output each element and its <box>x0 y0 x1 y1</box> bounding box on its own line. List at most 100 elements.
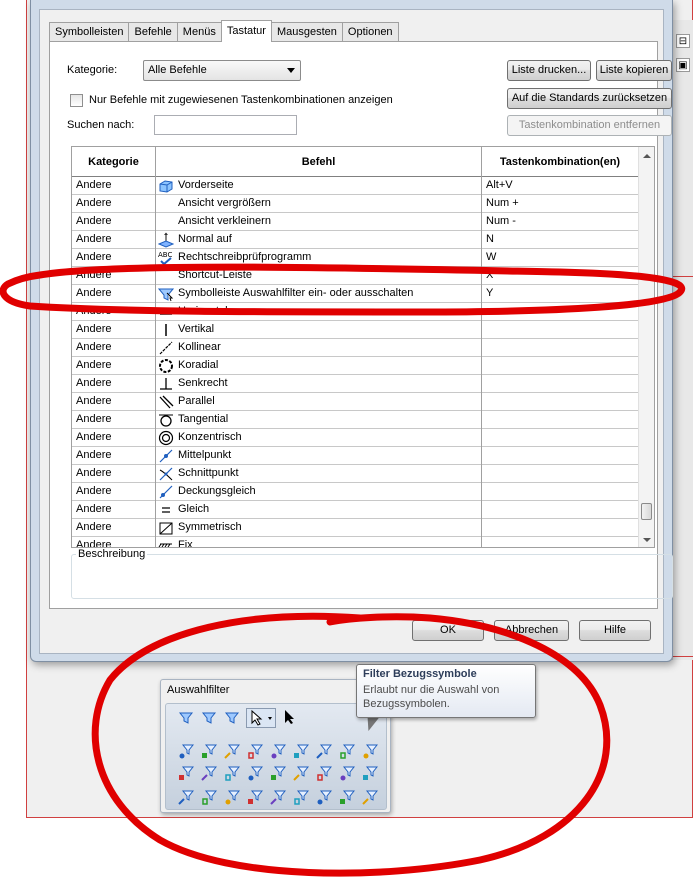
cell-shortcut[interactable] <box>482 429 639 447</box>
table-row[interactable]: Andere Shortcut-Leiste X <box>72 267 639 285</box>
scroll-up-icon[interactable] <box>643 154 651 158</box>
filter-button-icon[interactable] <box>293 789 310 805</box>
table-row[interactable]: Andere Senkrecht <box>72 375 639 393</box>
help-button[interactable]: Hilfe <box>579 620 651 641</box>
cell-shortcut[interactable]: Alt+V <box>482 177 639 195</box>
table-scrollbar[interactable] <box>638 147 654 547</box>
tab-commands[interactable]: Befehle <box>128 22 178 42</box>
header-command[interactable]: Befehl <box>156 147 482 177</box>
filter-button-icon[interactable] <box>293 765 310 781</box>
cell-shortcut[interactable]: W <box>482 249 639 267</box>
table-row[interactable]: Andere Schnittpunkt <box>72 465 639 483</box>
only-assigned-checkbox[interactable] <box>70 94 83 107</box>
table-row[interactable]: Andere Mittelpunkt <box>72 447 639 465</box>
table-row[interactable]: Andere Symmetrisch <box>72 519 639 537</box>
filter-button-icon[interactable] <box>201 765 218 781</box>
filter-button-icon[interactable] <box>339 789 356 805</box>
select-all-filters-icon[interactable] <box>224 710 240 726</box>
filter-button-icon[interactable] <box>201 743 218 759</box>
filter-button-icon[interactable] <box>316 789 333 805</box>
cell-shortcut[interactable] <box>482 501 639 519</box>
reset-defaults-button[interactable]: Auf die Standards zurücksetzen <box>507 88 672 109</box>
tab-toolbars[interactable]: Symbolleisten <box>49 22 130 42</box>
filter-button-icon[interactable] <box>270 765 287 781</box>
filter-button-icon[interactable] <box>270 789 287 805</box>
filter-button-icon[interactable] <box>224 743 241 759</box>
table-row[interactable]: Andere Koradial <box>72 357 639 375</box>
filter-button-icon[interactable] <box>339 743 356 759</box>
table-row[interactable]: Andere Deckungsgleich <box>72 483 639 501</box>
tab-mouse-gestures[interactable]: Mausgesten <box>270 22 343 42</box>
filter-button-icon[interactable] <box>224 765 241 781</box>
remove-shortcut-button[interactable]: Tastenkombination entfernen <box>507 115 672 136</box>
cell-shortcut[interactable] <box>482 411 639 429</box>
panel-icon[interactable]: ▣ <box>676 58 690 72</box>
filter-button-icon[interactable] <box>339 765 356 781</box>
table-row[interactable]: Andere Vorderseite Alt+V <box>72 177 639 195</box>
filter-button-icon[interactable] <box>362 789 379 805</box>
cell-shortcut[interactable]: Num + <box>482 195 639 213</box>
vertical-icon <box>158 322 174 338</box>
pin-icon[interactable]: ⊟ <box>676 34 690 48</box>
category-select[interactable]: Alle Befehle <box>143 60 301 81</box>
print-list-button[interactable]: Liste drucken... <box>507 60 591 81</box>
table-row[interactable]: Andere Tangential <box>72 411 639 429</box>
filter-button-icon[interactable] <box>270 743 287 759</box>
filter-button-icon[interactable] <box>316 743 333 759</box>
table-row[interactable]: Andere Vertikal <box>72 321 639 339</box>
cell-shortcut[interactable] <box>482 321 639 339</box>
cell-shortcut[interactable] <box>482 483 639 501</box>
filter-button-icon[interactable] <box>247 765 264 781</box>
table-row[interactable]: Andere Kollinear <box>72 339 639 357</box>
filter-button-icon[interactable] <box>178 743 195 759</box>
cell-shortcut[interactable] <box>482 447 639 465</box>
cell-shortcut[interactable]: Num - <box>482 213 639 231</box>
tab-keyboard[interactable]: Tastatur <box>220 20 272 42</box>
cell-shortcut[interactable]: Y <box>482 285 639 303</box>
tab-menus[interactable]: Menüs <box>176 22 222 42</box>
cell-shortcut[interactable] <box>482 393 639 411</box>
header-category[interactable]: Kategorie <box>72 147 156 177</box>
cell-shortcut[interactable] <box>482 519 639 537</box>
cell-shortcut[interactable] <box>482 339 639 357</box>
filter-button-icon[interactable] <box>224 789 241 805</box>
header-shortcut[interactable]: Tastenkombination(en) <box>482 147 639 177</box>
scroll-down-icon[interactable] <box>643 538 651 542</box>
filter-button-icon[interactable] <box>247 743 264 759</box>
table-row[interactable]: Andere Fix <box>72 537 639 547</box>
table-row[interactable]: Andere Parallel <box>72 393 639 411</box>
filter-button-icon[interactable] <box>362 765 379 781</box>
filter-button-icon[interactable] <box>362 743 379 759</box>
filter-button-icon[interactable] <box>293 743 310 759</box>
table-row[interactable]: Andere Gleich <box>72 501 639 519</box>
cancel-button[interactable]: Abbrechen <box>494 620 569 641</box>
search-input[interactable] <box>154 115 297 135</box>
table-row[interactable]: Andere Rechtschreibprüfprogramm W ABC <box>72 249 639 267</box>
cell-shortcut[interactable] <box>482 465 639 483</box>
table-row[interactable]: Andere Konzentrisch <box>72 429 639 447</box>
table-row[interactable]: Andere Ansicht vergrößern Num + <box>72 195 639 213</box>
select-cursor-icon[interactable] <box>246 708 276 728</box>
tab-options[interactable]: Optionen <box>341 22 399 42</box>
filter-button-icon[interactable] <box>247 789 264 805</box>
copy-list-button[interactable]: Liste kopieren <box>596 60 672 81</box>
cell-shortcut[interactable]: N <box>482 231 639 249</box>
cell-shortcut[interactable] <box>482 375 639 393</box>
cell-shortcut[interactable] <box>482 357 639 375</box>
cell-shortcut[interactable] <box>482 303 639 321</box>
table-row[interactable]: Andere Symbolleiste Auswahlfilter ein- od… <box>72 285 639 303</box>
scroll-thumb[interactable] <box>641 503 652 520</box>
cell-shortcut[interactable] <box>482 537 639 547</box>
pointer-arrow-icon[interactable] <box>283 709 299 725</box>
table-row[interactable]: Andere Horizontal <box>72 303 639 321</box>
filter-button-icon[interactable] <box>178 765 195 781</box>
filter-toggle-icon[interactable] <box>178 710 194 726</box>
table-row[interactable]: Andere Ansicht verkleinern Num - <box>72 213 639 231</box>
filter-button-icon[interactable] <box>201 789 218 805</box>
ok-button[interactable]: OK <box>412 620 484 641</box>
table-row[interactable]: Andere Normal auf N <box>72 231 639 249</box>
clear-filters-icon[interactable] <box>201 710 217 726</box>
cell-shortcut[interactable]: X <box>482 267 639 285</box>
filter-button-icon[interactable] <box>178 789 195 805</box>
filter-button-icon[interactable] <box>316 765 333 781</box>
